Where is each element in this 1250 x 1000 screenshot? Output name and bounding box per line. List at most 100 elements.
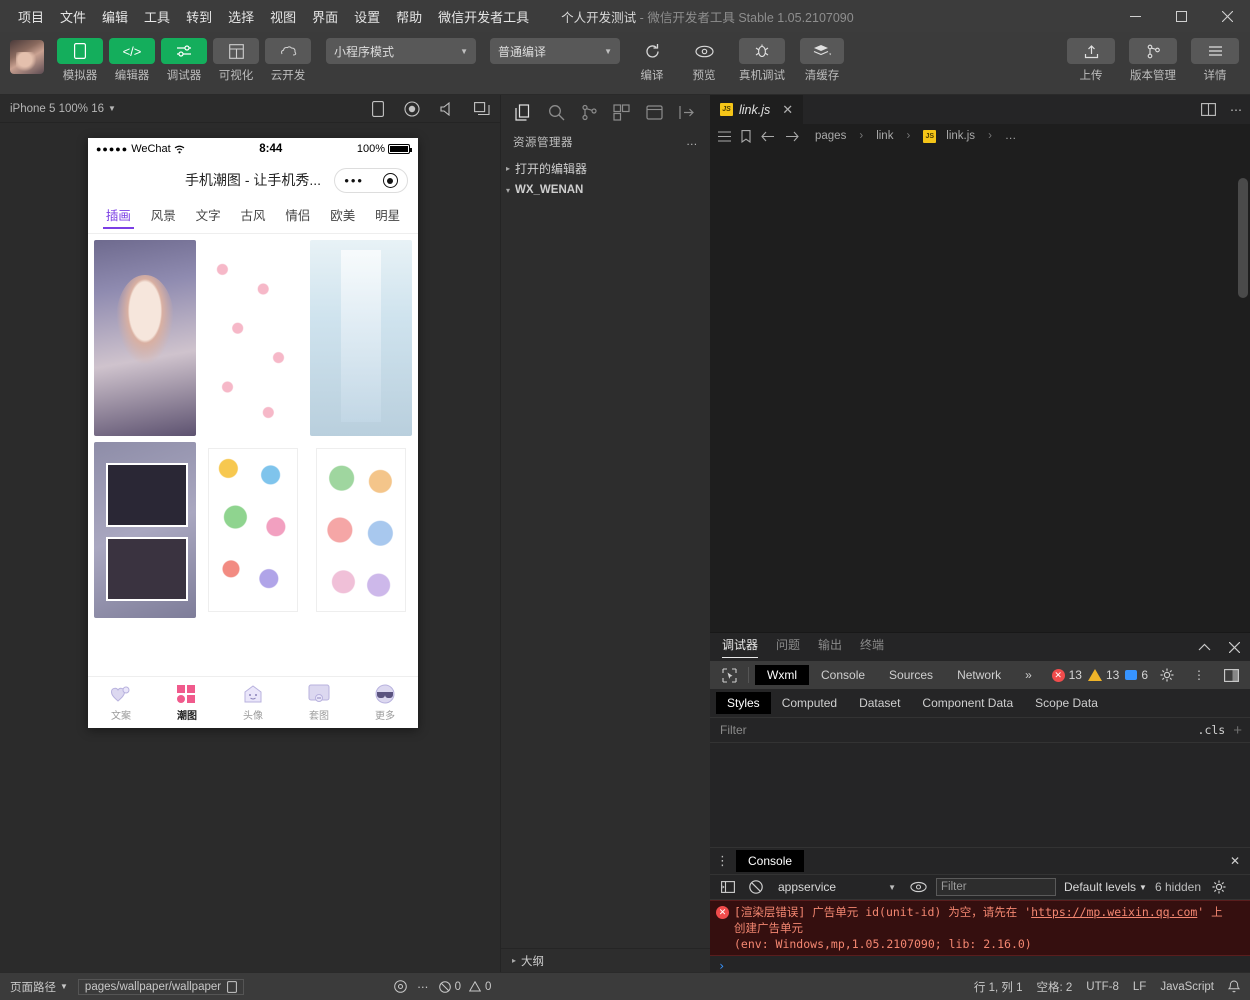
styles-tab-component-data[interactable]: Component Data [911,692,1024,714]
styles-tab-styles[interactable]: Styles [716,692,771,714]
wallpaper-card-pink-pattern[interactable] [202,240,304,436]
minimize-icon[interactable] [1112,0,1158,32]
timer-icon[interactable] [394,980,407,993]
console-drawer-tab[interactable]: Console [736,850,805,872]
console-drawer-menu-icon[interactable]: ⋮ [716,853,730,869]
breadcrumb-symbol[interactable]: … [1005,130,1017,142]
wallpaper-card-blue-gradient[interactable] [310,240,412,436]
source-control-icon[interactable] [576,99,602,125]
debugger-toggle-button[interactable]: 调试器 [160,38,208,83]
menu-item-help[interactable]: 帮助 [388,3,430,30]
preview-button[interactable]: 预览 [680,38,728,83]
devtools-tab-sources[interactable]: Sources [877,665,945,685]
close-icon[interactable]: ✕ [1230,854,1240,868]
debugger-tab-terminal[interactable]: 终端 [860,636,884,658]
code-editor[interactable] [710,148,1250,632]
bookmark-icon[interactable] [741,129,751,143]
close-icon[interactable] [1204,0,1250,32]
editor-toggle-button[interactable]: </> 编辑器 [108,38,156,83]
files-icon[interactable] [510,99,536,125]
category-tab-celebrity[interactable]: 明星 [365,205,410,228]
cursor-position[interactable]: 行 1, 列 1 [974,979,1023,995]
visualization-button[interactable]: 可视化 [212,38,260,83]
dock-icon[interactable] [1218,664,1244,686]
more-dots-icon[interactable]: ⋯ [417,980,429,994]
outline-list-icon[interactable] [718,130,731,142]
code-content[interactable] [766,148,1250,632]
close-icon[interactable] [1229,641,1240,653]
upload-button[interactable]: 上传 [1066,38,1116,83]
more-vert-icon[interactable]: ⋮ [1186,664,1212,686]
language-mode[interactable]: JavaScript [1160,981,1214,993]
device-selector[interactable]: iPhone 5 100% 16 [10,103,104,115]
page-path-value-box[interactable]: pages/wallpaper/wallpaper [77,978,245,995]
target-icon[interactable] [382,173,398,188]
devtools-tab-overflow[interactable]: » [1013,665,1044,685]
breadcrumb-pages[interactable]: pages [815,130,846,142]
wallpaper-card-anime-girl[interactable] [94,240,196,436]
menu-item-view[interactable]: 视图 [262,3,304,30]
mode-select[interactable]: 小程序模式 ▼ [326,38,476,64]
menu-item-goto[interactable]: 转到 [178,3,220,30]
editor-tab-link-js[interactable]: JS link.js ✕ [710,95,805,124]
maximize-icon[interactable] [1158,0,1204,32]
settings-gear-icon[interactable] [1154,664,1180,686]
collapse-chevron-icon[interactable] [1198,643,1211,652]
category-tab-western[interactable]: 欧美 [320,205,365,228]
problems-status[interactable]: 0 0 [438,981,491,993]
add-style-rule-button[interactable]: + [1233,722,1242,739]
page-path-selector[interactable]: 页面路径 ▼ [10,979,68,995]
tabbar-item-set[interactable]: 套图 [286,677,352,728]
compile-mode-select[interactable]: 普通编译 ▼ [490,38,620,64]
breadcrumb-file[interactable]: link.js [946,130,975,142]
compile-button[interactable]: 编译 [628,38,676,83]
console-levels-select[interactable]: Default levels ▼ [1064,880,1147,894]
forward-arrow-icon[interactable] [785,131,799,142]
tree-root-wx-wenan[interactable]: ▾ WX_WENAN [501,179,710,201]
debugger-tab-problems[interactable]: 问题 [776,636,800,658]
debugger-tab-debugger[interactable]: 调试器 [722,636,759,658]
inspect-element-icon[interactable] [716,664,742,686]
category-tab-scenery[interactable]: 风景 [141,205,186,228]
wallpaper-card-sticker-sheet[interactable] [202,442,304,618]
styles-tab-scope-data[interactable]: Scope Data [1024,692,1109,714]
warning-count-badge[interactable]: 13 [1087,668,1119,682]
styles-tab-dataset[interactable]: Dataset [848,692,911,714]
console-filter-input[interactable]: Filter [936,878,1056,896]
tabbar-item-more[interactable]: 更多 [352,677,418,728]
simulator-toggle-button[interactable]: 模拟器 [56,38,104,83]
menu-item-edit[interactable]: 编辑 [94,3,136,30]
search-icon[interactable] [543,99,569,125]
collapse-icon[interactable] [675,99,701,125]
cloud-dev-button[interactable]: 云开发 [264,38,312,83]
live-expression-icon[interactable] [908,876,928,898]
window-icon[interactable] [474,101,490,116]
tabbar-item-copy[interactable]: 文案 [88,677,154,728]
console-hidden-count[interactable]: 6 hidden [1155,880,1201,894]
split-editor-icon[interactable] [1201,103,1216,116]
error-count-badge[interactable]: ✕ 13 [1051,668,1082,682]
cls-toggle-button[interactable]: .cls [1198,723,1226,737]
category-tab-illustration[interactable]: 插画 [96,205,141,229]
editor-scrollbar[interactable] [1238,178,1248,298]
devtools-tab-console[interactable]: Console [809,665,877,685]
devtools-tab-wxml[interactable]: Wxml [755,665,809,685]
console-error-link[interactable]: https://mp.weixin.qq.com [1031,905,1197,919]
extensions-icon[interactable] [609,99,635,125]
clear-cache-button[interactable]: 清缓存 [796,38,848,83]
version-control-button[interactable]: 版本管理 [1122,38,1184,83]
copy-icon[interactable] [227,980,237,993]
encoding-setting[interactable]: UTF-8 [1086,981,1119,993]
category-tab-text[interactable]: 文字 [186,205,231,228]
info-count-badge[interactable]: 6 [1125,668,1148,682]
console-sidebar-icon[interactable] [718,876,738,898]
wallpaper-card-photo-collage[interactable] [94,442,196,618]
avatar[interactable] [10,40,44,74]
tree-section-open-editors[interactable]: ▸ 打开的编辑器 [501,157,710,179]
record-icon[interactable] [404,100,420,117]
explorer-more-icon[interactable]: … [686,136,698,148]
more-dots-icon[interactable]: ••• [344,174,364,187]
details-button[interactable]: 详情 [1190,38,1240,83]
menu-item-tools[interactable]: 工具 [136,3,178,30]
real-device-debug-button[interactable]: 真机调试 [732,38,792,83]
